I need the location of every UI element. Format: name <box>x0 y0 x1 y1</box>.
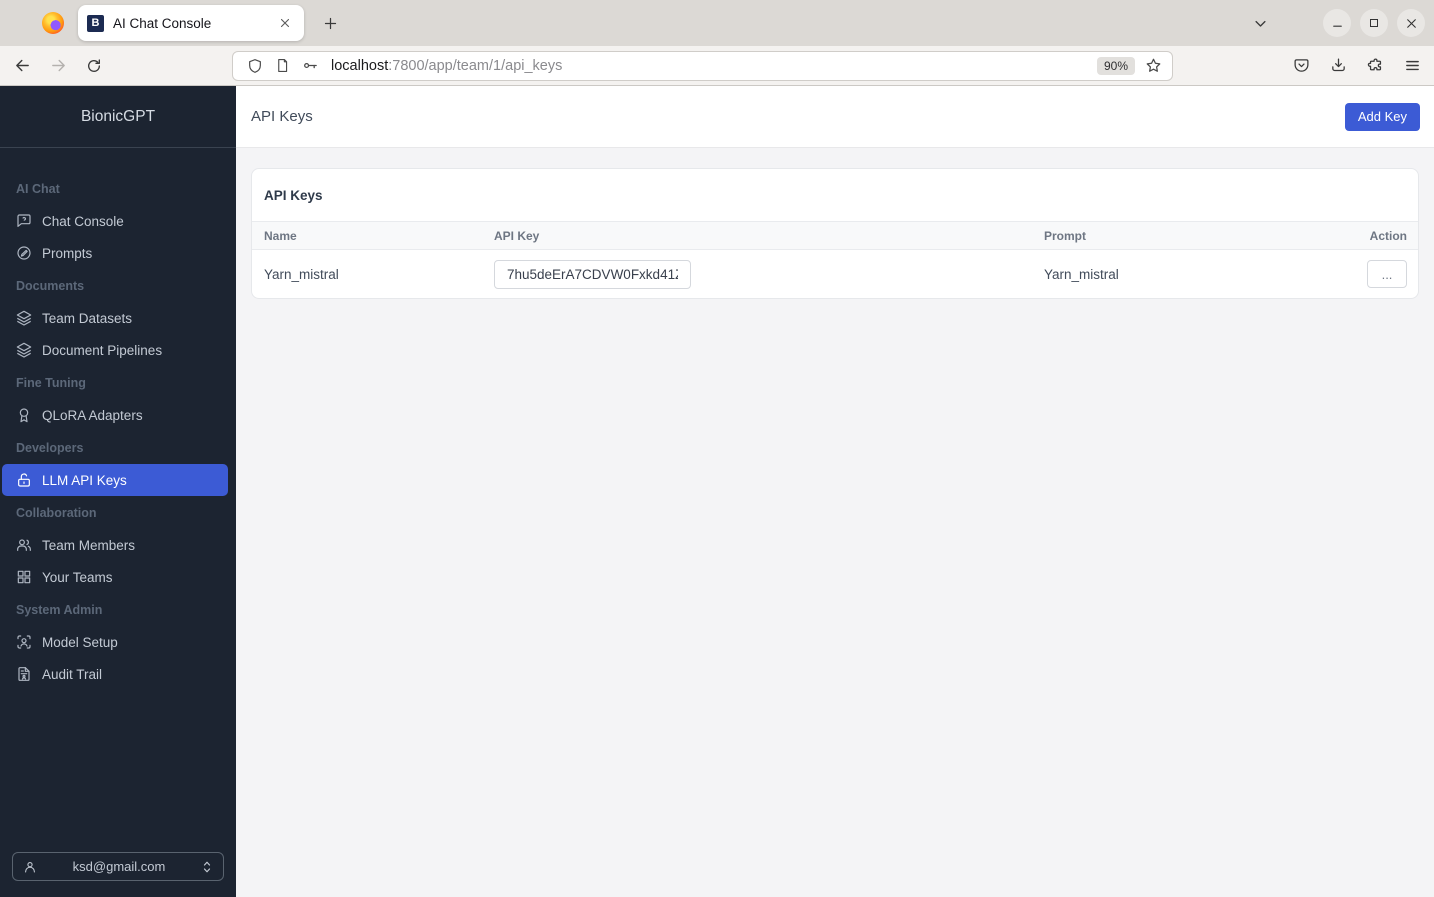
chat-question-icon <box>16 213 32 229</box>
section-header-documents: Documents <box>16 278 85 293</box>
sidebar-item-team-datasets[interactable]: Team Datasets <box>2 302 228 334</box>
pocket-icon[interactable] <box>1285 51 1317 81</box>
url-text: localhost:7800/app/team/1/api_keys <box>331 58 1097 74</box>
reload-button[interactable] <box>78 51 110 81</box>
sidebar-item-model-setup[interactable]: Model Setup <box>2 626 228 658</box>
site-favicon: B <box>87 14 104 32</box>
select-chevrons-icon <box>201 860 213 874</box>
bookmark-star-icon[interactable] <box>1145 57 1162 74</box>
browser-tab[interactable]: B AI Chat Console <box>78 5 304 41</box>
new-tab-button[interactable] <box>315 8 345 38</box>
api-keys-card: API Keys Name API Key Prompt Action Yarn… <box>251 168 1419 299</box>
column-header-prompt: Prompt <box>1044 228 1086 243</box>
person-icon <box>23 860 37 874</box>
toolbar-actions <box>1280 51 1428 81</box>
sidebar-item-label: QLoRA Adapters <box>42 407 143 423</box>
users-icon <box>16 537 32 553</box>
sidebar-item-qlora-adapters[interactable]: QLoRA Adapters <box>2 399 228 431</box>
sidebar-item-label: Your Teams <box>42 569 113 585</box>
section-header-collaboration: Collaboration <box>16 505 97 520</box>
sidebar-item-label: Chat Console <box>42 213 124 229</box>
award-icon <box>16 407 32 423</box>
cell-prompt: Yarn_mistral <box>1044 266 1119 282</box>
layers-icon <box>16 342 32 358</box>
section-header-fine-tuning: Fine Tuning <box>16 375 86 390</box>
extensions-puzzle-icon[interactable] <box>1359 51 1391 81</box>
close-window-button[interactable] <box>1397 9 1425 37</box>
column-header-name: Name <box>264 228 297 243</box>
sidebar-item-label: LLM API Keys <box>42 472 127 488</box>
window-controls <box>1245 8 1434 38</box>
key-icon[interactable] <box>302 57 319 74</box>
main-area: API Keys Add Key API Keys Name API Key P… <box>236 86 1434 897</box>
menu-hamburger-icon[interactable] <box>1396 51 1428 81</box>
tab-title: AI Chat Console <box>113 15 212 31</box>
forward-button[interactable] <box>42 51 74 81</box>
sidebar-item-your-teams[interactable]: Your Teams <box>2 561 228 593</box>
sidebar-item-chat-console[interactable]: Chat Console <box>2 205 228 237</box>
column-header-api-key: API Key <box>494 228 540 243</box>
section-header-ai-chat: AI Chat <box>16 181 60 196</box>
column-header-action: Action <box>1369 228 1407 243</box>
row-actions-button[interactable]: ... <box>1367 260 1407 288</box>
prompt-pen-icon <box>16 245 32 261</box>
url-bar[interactable]: localhost:7800/app/team/1/api_keys 90% <box>232 50 1173 81</box>
url-host: localhost <box>331 57 389 74</box>
unlock-icon <box>16 472 32 488</box>
sidebar-item-llm-api-keys[interactable]: LLM API Keys <box>2 464 228 496</box>
model-scan-icon <box>16 634 32 650</box>
brand-title: BionicGPT <box>0 86 236 148</box>
sidebar-item-audit-trail[interactable]: Audit Trail <box>2 658 228 690</box>
sidebar-item-label: Document Pipelines <box>42 342 163 358</box>
user-account-select[interactable]: ksd@gmail.com <box>12 852 224 881</box>
page-header: API Keys Add Key <box>236 86 1434 148</box>
sidebar-item-label: Audit Trail <box>42 666 103 682</box>
list-all-tabs-chevron-icon[interactable] <box>1245 8 1275 38</box>
sidebar-item-label: Team Members <box>42 537 136 553</box>
app-window: BionicGPT AI Chat Chat Console Prompts D… <box>0 86 1434 897</box>
page-info-icon[interactable] <box>275 58 290 73</box>
add-key-button[interactable]: Add Key <box>1344 102 1420 131</box>
sidebar-item-team-members[interactable]: Team Members <box>2 529 228 561</box>
cell-key-name: Yarn_mistral <box>264 266 339 282</box>
sidebar-nav: AI Chat Chat Console Prompts Documents T… <box>0 172 236 690</box>
cell-action: ... <box>1364 260 1418 288</box>
sidebar-item-label: Team Datasets <box>42 310 133 326</box>
sidebar-item-document-pipelines[interactable]: Document Pipelines <box>2 334 228 366</box>
table-row: Yarn_mistral Yarn_mistral ... <box>252 250 1418 298</box>
sidebar-item-label: Model Setup <box>42 634 118 650</box>
download-icon[interactable] <box>1322 51 1354 81</box>
page-content: API Keys Name API Key Prompt Action Yarn… <box>236 148 1434 319</box>
back-button[interactable] <box>6 51 38 81</box>
browser-toolbar: localhost:7800/app/team/1/api_keys 90% <box>0 46 1434 86</box>
url-path: :7800/app/team/1/api_keys <box>388 57 563 74</box>
section-header-developers: Developers <box>16 440 84 455</box>
audit-file-icon <box>16 666 32 682</box>
minimize-button[interactable] <box>1323 9 1351 37</box>
tab-close-icon[interactable] <box>275 13 295 33</box>
sidebar-item-label: Prompts <box>42 245 93 261</box>
card-title: API Keys <box>264 187 323 203</box>
api-key-input[interactable] <box>494 259 691 289</box>
maximize-button[interactable] <box>1360 9 1388 37</box>
table-header-row: Name API Key Prompt Action <box>252 221 1418 250</box>
cell-api-key <box>484 259 1034 289</box>
grid-icon <box>16 569 32 585</box>
sidebar-item-prompts[interactable]: Prompts <box>2 237 228 269</box>
browser-tab-bar: B AI Chat Console <box>0 0 1434 46</box>
firefox-logo-icon[interactable] <box>42 12 64 34</box>
shield-icon[interactable] <box>247 58 263 74</box>
sidebar: BionicGPT AI Chat Chat Console Prompts D… <box>0 86 236 897</box>
layers-icon <box>16 310 32 326</box>
section-header-system-admin: System Admin <box>16 602 103 617</box>
page-title: API Keys <box>251 108 313 125</box>
user-email: ksd@gmail.com <box>72 859 166 874</box>
zoom-level-badge[interactable]: 90% <box>1096 56 1135 75</box>
